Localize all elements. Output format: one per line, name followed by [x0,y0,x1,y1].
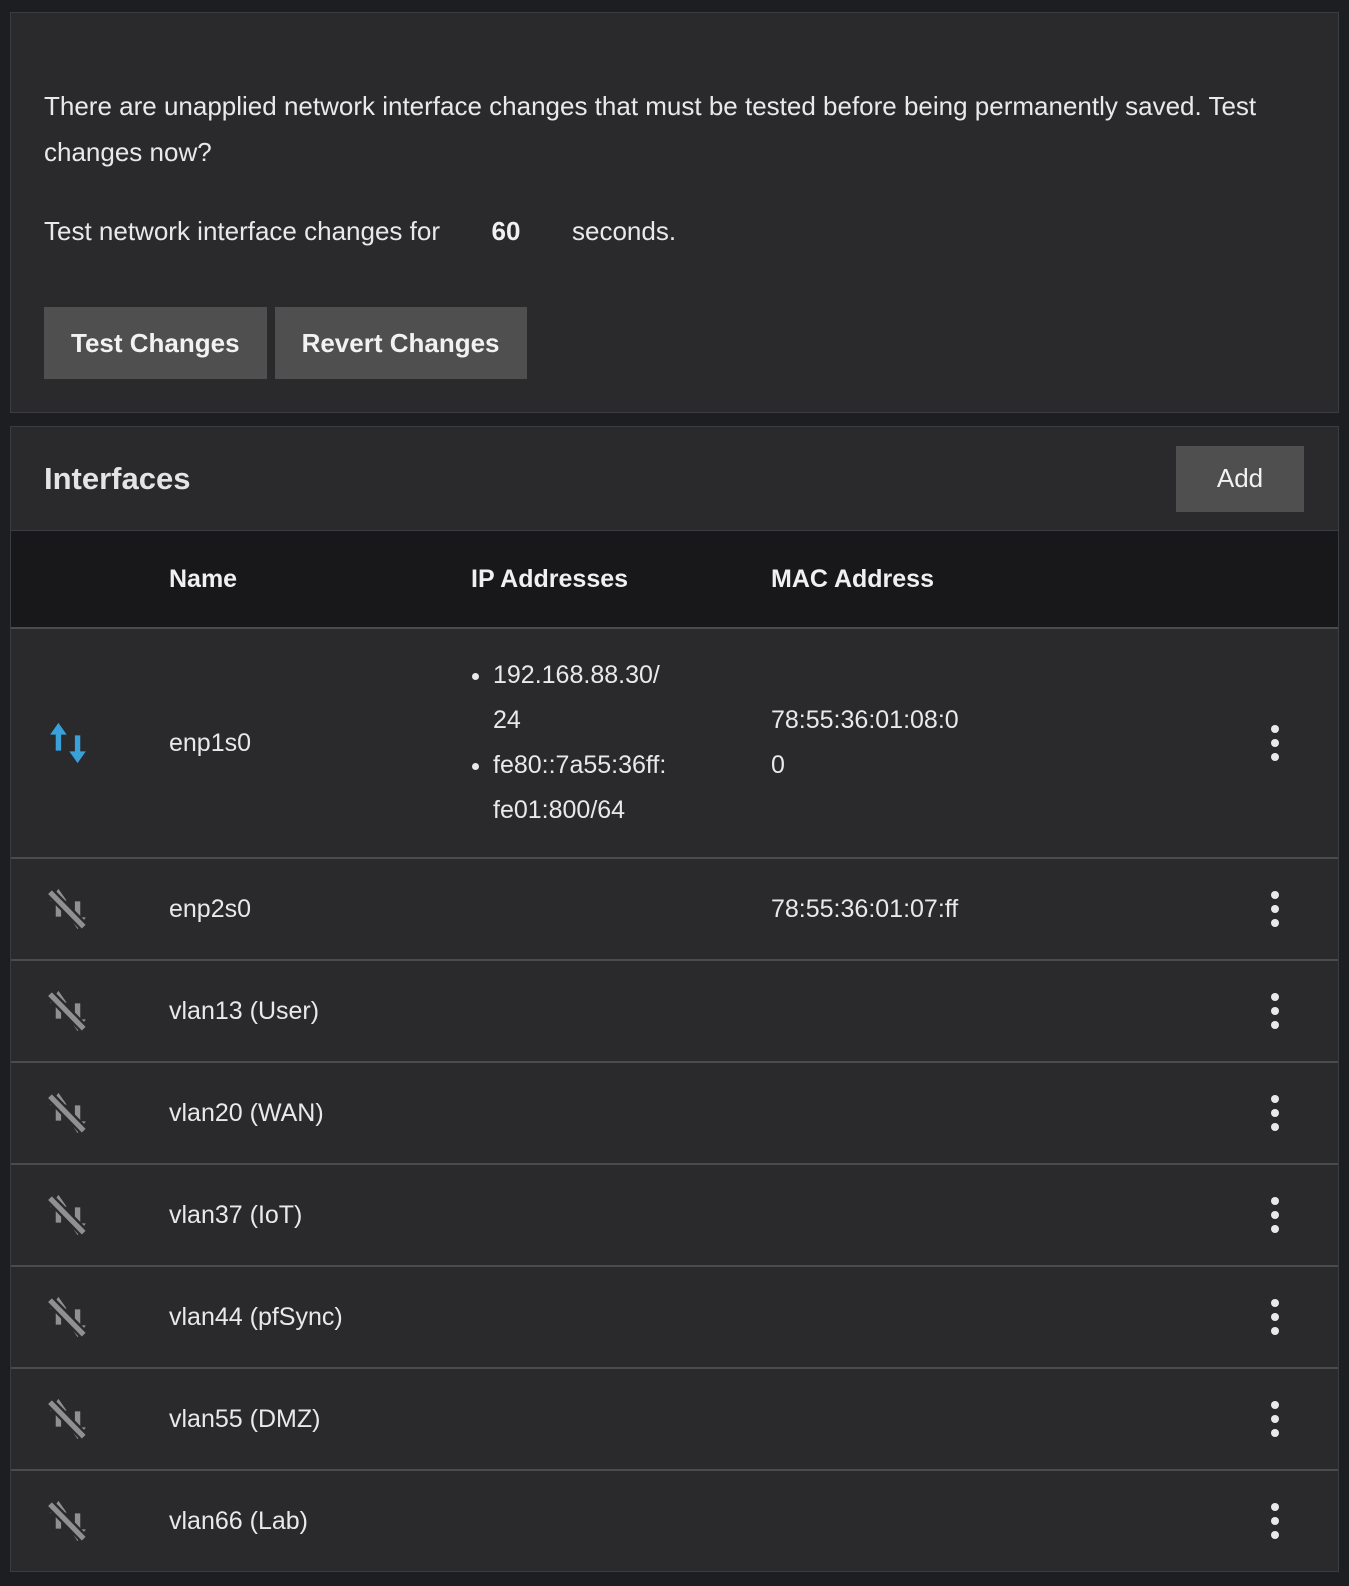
interface-row[interactable]: vlan13 (User) [11,959,1338,1061]
interface-disconnected-icon [45,1192,91,1238]
row-actions-kebab-button[interactable] [1257,1291,1293,1343]
interface-disconnected-icon [45,1090,91,1136]
interfaces-title: Interfaces [44,461,190,497]
test-changes-button[interactable]: Test Changes [44,307,267,379]
interface-disconnected-icon [45,988,91,1034]
mac-address: 78:55:36:01:08:00 [771,698,966,788]
kebab-dot [1271,1225,1279,1233]
row-actions-kebab-button[interactable] [1257,1189,1293,1241]
column-ip-addresses: IP Addresses [471,541,771,618]
kebab-dot [1271,891,1279,899]
interfaces-table-body: enp1s0 192.168.88.30/24fe80::7a55:36ff:f… [11,627,1338,1571]
interface-row[interactable]: vlan20 (WAN) [11,1061,1338,1163]
interface-row[interactable]: enp1s0 192.168.88.30/24fe80::7a55:36ff:f… [11,627,1338,857]
kebab-dot [1271,905,1279,913]
unapplied-changes-message: There are unapplied network interface ch… [44,83,1305,175]
row-actions-kebab-button[interactable] [1257,985,1293,1037]
interface-name: enp2s0 [169,895,251,923]
kebab-dot [1271,753,1279,761]
column-mac-address: MAC Address [771,541,1211,618]
add-interface-button[interactable]: Add [1176,446,1304,512]
kebab-dot [1271,919,1279,927]
interface-up-down-arrows-icon [45,720,91,766]
kebab-dot [1271,739,1279,747]
kebab-dot [1271,1211,1279,1219]
interface-disconnected-icon [45,1498,91,1544]
kebab-dot [1271,1021,1279,1029]
column-name: Name [169,541,471,618]
kebab-dot [1271,1415,1279,1423]
kebab-dot [1271,1517,1279,1525]
interface-row[interactable]: vlan44 (pfSync) [11,1265,1338,1367]
column-status-spacer [11,555,169,603]
kebab-dot [1271,1503,1279,1511]
interface-row[interactable]: enp2s0 78:55:36:01:07:ff [11,857,1338,959]
kebab-dot [1271,1109,1279,1117]
kebab-dot [1271,993,1279,1001]
column-actions-spacer [1211,555,1338,603]
interface-row[interactable]: vlan66 (Lab) [11,1469,1338,1571]
test-duration-line: Test network interface changes for secon… [44,208,1305,254]
test-duration-input[interactable] [480,216,532,247]
kebab-dot [1271,1197,1279,1205]
interface-disconnected-icon [45,886,91,932]
alert-buttons-row: Test Changes Revert Changes [44,307,1305,379]
test-duration-label-after: seconds. [572,208,676,254]
interfaces-card-header: Interfaces Add [11,427,1338,530]
interfaces-table: Name IP Addresses MAC Address enp1s0 192… [11,530,1338,1571]
interface-row[interactable]: vlan37 (IoT) [11,1163,1338,1265]
row-actions-kebab-button[interactable] [1257,717,1293,769]
interface-name: vlan13 (User) [169,997,319,1025]
interface-name: vlan44 (pfSync) [169,1303,343,1331]
ip-address: 192.168.88.30/24 [493,653,669,743]
kebab-dot [1271,1299,1279,1307]
kebab-dot [1271,1313,1279,1321]
interface-name: enp1s0 [169,729,251,757]
kebab-dot [1271,1123,1279,1131]
kebab-dot [1271,1429,1279,1437]
interface-disconnected-icon [45,1294,91,1340]
row-actions-kebab-button[interactable] [1257,1495,1293,1547]
interface-name: vlan20 (WAN) [169,1099,324,1127]
row-actions-kebab-button[interactable] [1257,1087,1293,1139]
ip-address: fe80::7a55:36ff:fe01:800/64 [493,743,669,833]
interfaces-card: Interfaces Add Name IP Addresses MAC Add… [10,426,1339,1572]
unapplied-changes-panel: There are unapplied network interface ch… [10,12,1339,413]
kebab-dot [1271,1401,1279,1409]
test-duration-label-before: Test network interface changes for [44,208,440,254]
mac-address: 78:55:36:01:07:ff [771,887,958,932]
kebab-dot [1271,1007,1279,1015]
kebab-dot [1271,1327,1279,1335]
row-actions-kebab-button[interactable] [1257,1393,1293,1445]
interface-disconnected-icon [45,1396,91,1442]
interfaces-table-header: Name IP Addresses MAC Address [11,530,1338,627]
interface-name: vlan66 (Lab) [169,1507,308,1535]
row-actions-kebab-button[interactable] [1257,883,1293,935]
interface-name: vlan55 (DMZ) [169,1405,320,1433]
kebab-dot [1271,725,1279,733]
interface-name: vlan37 (IoT) [169,1201,302,1229]
interface-row[interactable]: vlan55 (DMZ) [11,1367,1338,1469]
ip-address-list: 192.168.88.30/24fe80::7a55:36ff:fe01:800… [471,653,669,833]
revert-changes-button[interactable]: Revert Changes [275,307,527,379]
kebab-dot [1271,1095,1279,1103]
network-page: There are unapplied network interface ch… [0,0,1349,1586]
kebab-dot [1271,1531,1279,1539]
